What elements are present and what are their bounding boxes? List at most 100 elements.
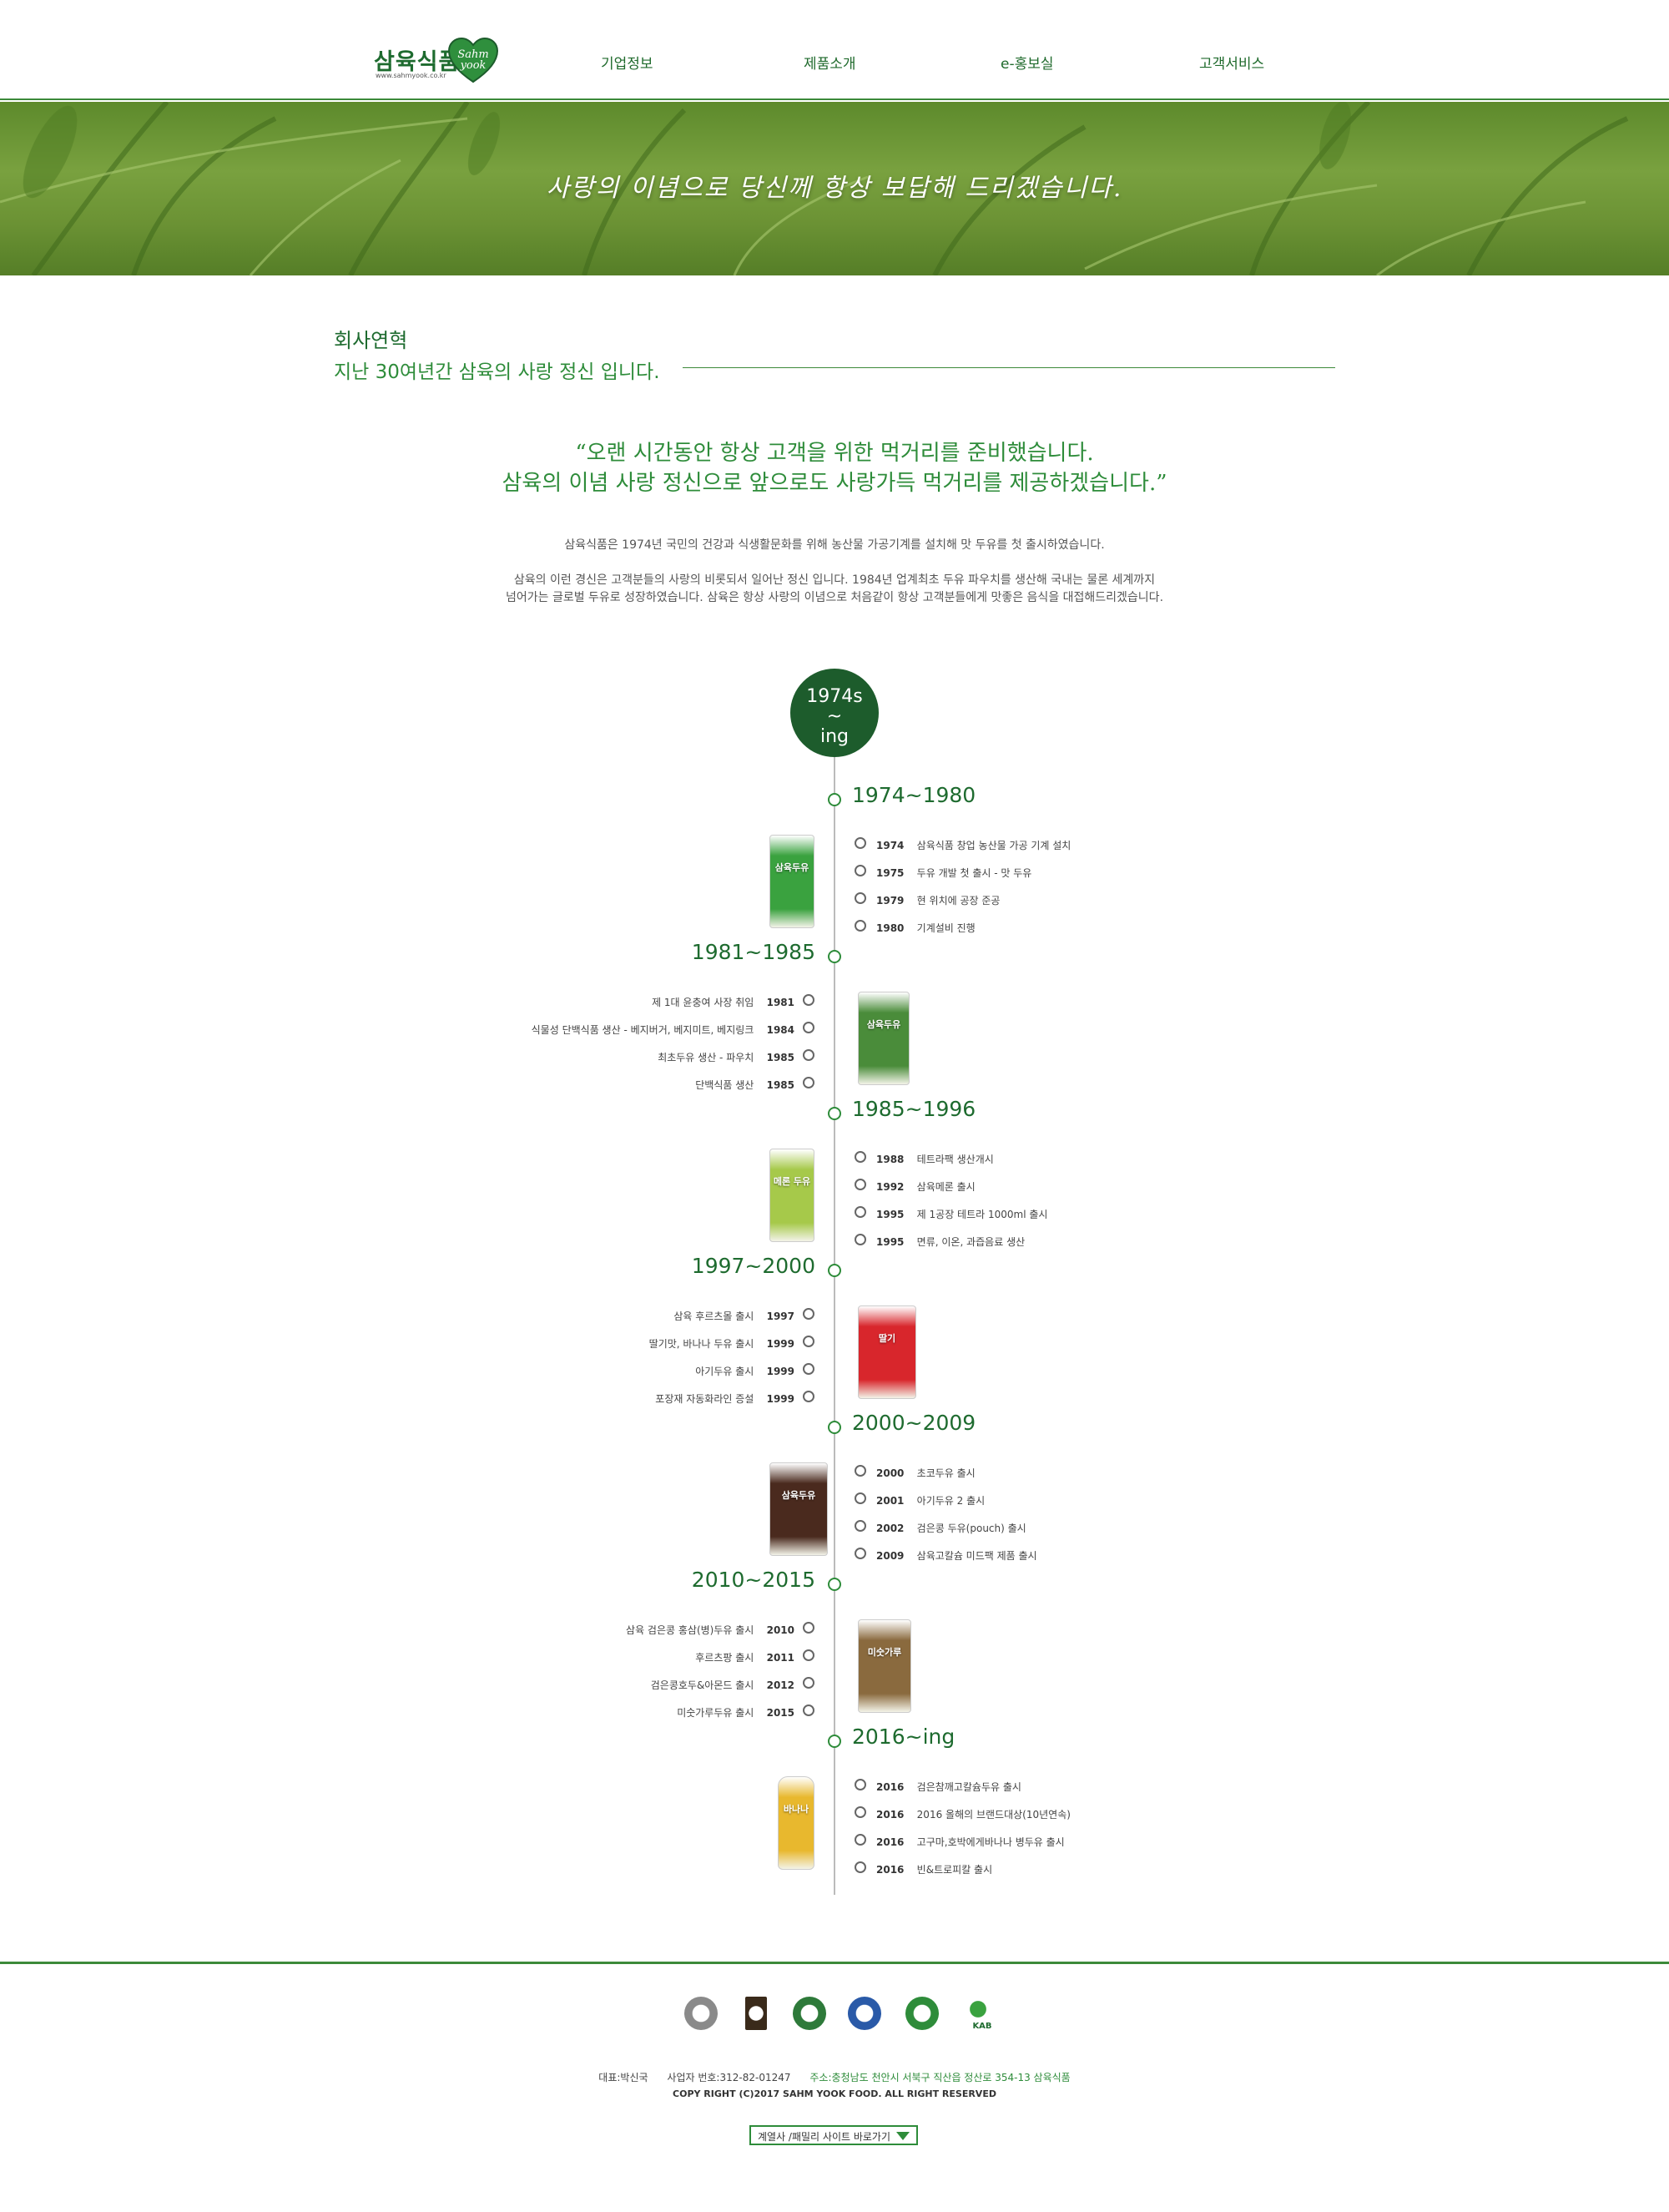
footer-divider xyxy=(0,1962,1669,1964)
timeline-bullet xyxy=(803,1022,814,1033)
site-header: 삼육식품 www.sahmyook.co.kr Sahm yook 기업정보 제… xyxy=(0,0,1669,100)
item-text: 미숫가루두유 출시 xyxy=(677,1707,754,1719)
timeline-bullet xyxy=(803,1363,814,1375)
timeline-line xyxy=(834,757,835,1895)
timeline-bullet xyxy=(855,1779,866,1790)
timeline-bullet xyxy=(803,1049,814,1061)
timeline-bullet xyxy=(803,994,814,1006)
timeline-item: 2016 고구마,호박에게바나나 병두유 출시 xyxy=(876,1835,1065,1849)
timeline-bullet xyxy=(803,1308,814,1320)
timeline-node xyxy=(828,1578,841,1591)
timeline-item: 1980 기계설비 진행 xyxy=(876,921,976,935)
timeline-bullet xyxy=(855,892,866,904)
haccp-icon xyxy=(905,1997,939,2030)
item-year: 1979 xyxy=(876,895,905,907)
timeline-item: 식물성 단백식품 생산 - 베지버거, 베지미트, 베지링크 1984 xyxy=(532,1023,794,1037)
product-image: 삼육두유 xyxy=(769,1462,828,1556)
timeline-item: 1979 현 위치에 공장 준공 xyxy=(876,893,1000,907)
timeline-bullet xyxy=(803,1336,814,1347)
item-text: 최초두유 생산 - 파우치 xyxy=(658,1052,754,1063)
timeline-bullet xyxy=(855,1151,866,1163)
timeline-item: 2000 초코두유 출시 xyxy=(876,1466,976,1480)
item-year: 1980 xyxy=(876,922,905,934)
item-year: 2000 xyxy=(876,1467,905,1479)
family-site-label: 계열사 /패밀리 사이트 바로가기 xyxy=(758,2131,891,2143)
timeline-bullet xyxy=(855,1465,866,1477)
timeline-item: 검은콩호두&아몬드 출시 2012 xyxy=(651,1678,794,1692)
timeline-bullet xyxy=(803,1077,814,1088)
timeline-item: 2016 2016 올해의 브랜드대상(10년연속) xyxy=(876,1807,1071,1821)
product-label: 메론 두유 xyxy=(773,1176,811,1187)
timeline-item: 1974 삼육식품 창업 농산물 가공 기계 설치 xyxy=(876,838,1071,852)
section-divider xyxy=(683,367,1335,368)
timeline-badge: 1974s ~ ing xyxy=(790,669,879,757)
item-year: 2002 xyxy=(876,1523,905,1534)
timeline-bullet xyxy=(855,865,866,876)
nav-customer[interactable]: 고객서비스 xyxy=(1199,52,1264,73)
item-text: 포장재 자동화라인 증설 xyxy=(655,1393,754,1405)
nav-products[interactable]: 제품소개 xyxy=(804,52,856,73)
svg-text:yook: yook xyxy=(460,59,487,72)
timeline-item: 2002 검은콩 두유(pouch) 출시 xyxy=(876,1521,1026,1535)
timeline-item: 미숫가루두유 출시 2015 xyxy=(677,1705,794,1720)
item-year: 1999 xyxy=(766,1366,794,1377)
item-text: 테트라팩 생산개시 xyxy=(916,1154,994,1165)
badge-line-2: ~ xyxy=(826,706,843,727)
item-text: 삼육 검은콩 홍삼(병)두유 출시 xyxy=(626,1624,754,1636)
item-text: 삼육메론 출시 xyxy=(916,1181,976,1193)
timeline-node xyxy=(828,1107,841,1120)
haccp-gmp-icon xyxy=(793,1997,826,2030)
item-year: 2010 xyxy=(766,1624,794,1636)
family-site-select[interactable]: 계열사 /패밀리 사이트 바로가기 xyxy=(749,2125,918,2145)
timeline-bullet xyxy=(803,1649,814,1661)
timeline-item: 2009 삼육고칼슘 미드팩 제품 출시 xyxy=(876,1548,1037,1563)
period-label: 1974~1980 xyxy=(852,783,976,807)
item-text: 고구마,호박에게바나나 병두유 출시 xyxy=(916,1836,1065,1848)
footer-copyright: COPY RIGHT (C)2017 SAHM YOOK FOOD. ALL R… xyxy=(673,2088,996,2099)
timeline-item: 1995 면류, 이온, 과즙음료 생산 xyxy=(876,1235,1025,1249)
footer-address: 주소:충청남도 천안시 서북구 직산읍 정산로 354-13 삼육식품 xyxy=(809,2072,1071,2083)
item-year: 1985 xyxy=(766,1052,794,1063)
item-year: 2015 xyxy=(766,1707,794,1719)
quote-line-2: 삼육의 이념 사랑 정신으로 앞으로도 사랑가득 먹거리를 제공하겠습니다.” xyxy=(502,471,1167,496)
product-label: 미숫가루 xyxy=(867,1647,902,1658)
footer-info: 대표:박신국 사업자 번호:312-82-01247 주소:충청남도 천안시 서… xyxy=(0,2070,1669,2084)
intro-paragraph-1: 삼육식품은 1974년 국민의 건강과 식생활문화를 위해 농산물 가공기계를 … xyxy=(564,538,1105,552)
timeline-item: 삼육 검은콩 홍삼(병)두유 출시 2010 xyxy=(626,1623,794,1637)
timeline-bullet xyxy=(803,1677,814,1689)
period-label: 2000~2009 xyxy=(852,1411,976,1435)
period-label: 1981~1985 xyxy=(691,940,815,964)
item-text: 제 1공장 테트라 1000ml 출시 xyxy=(916,1209,1048,1220)
timeline-item: 제 1대 윤충여 사장 취임 1981 xyxy=(652,995,794,1009)
item-year: 1992 xyxy=(876,1181,905,1193)
item-year: 1997 xyxy=(766,1311,794,1322)
timeline-bullet xyxy=(855,1179,866,1190)
item-year: 1975 xyxy=(876,867,905,879)
period-label: 1985~1996 xyxy=(852,1097,976,1121)
nav-company[interactable]: 기업정보 xyxy=(601,52,653,73)
timeline-bullet xyxy=(855,1520,866,1532)
nav-pr[interactable]: e-홍보실 xyxy=(1001,52,1054,73)
item-text: 삼육식품 창업 농산물 가공 기계 설치 xyxy=(916,840,1071,851)
product-label: 삼육두유 xyxy=(866,1019,901,1030)
cert-kab-text: KAB xyxy=(972,2022,992,2031)
item-year: 1974 xyxy=(876,840,905,851)
item-text: 검은참깨고칼슘두유 출시 xyxy=(916,1781,1021,1793)
timeline-item: 2016 빈&트로피칼 출시 xyxy=(876,1862,992,1876)
timeline-item: 2016 검은참깨고칼슘두유 출시 xyxy=(876,1780,1021,1794)
item-year: 1995 xyxy=(876,1209,905,1220)
item-year: 2011 xyxy=(766,1652,794,1664)
timeline-bullet xyxy=(855,1548,866,1559)
item-year: 2009 xyxy=(876,1550,905,1562)
badge-line-1: 1974s xyxy=(806,686,863,707)
timeline-bullet xyxy=(803,1704,814,1716)
timeline-item: 삼육 후르츠몰 출시 1997 xyxy=(673,1309,794,1323)
item-text: 아기두유 2 출시 xyxy=(916,1495,986,1507)
timeline-item: 1988 테트라팩 생산개시 xyxy=(876,1152,994,1166)
logo[interactable]: 삼육식품 www.sahmyook.co.kr Sahm yook xyxy=(367,32,509,87)
item-text: 삼육 후르츠몰 출시 xyxy=(673,1311,754,1322)
hero-banner: 사랑의 이념으로 당신께 항상 보답해 드리겠습니다. xyxy=(0,102,1669,275)
product-label: 삼육두유 xyxy=(781,1490,816,1501)
logo-url: www.sahmyook.co.kr xyxy=(376,72,446,79)
timeline-item: 최초두유 생산 - 파우치 1985 xyxy=(658,1050,794,1064)
